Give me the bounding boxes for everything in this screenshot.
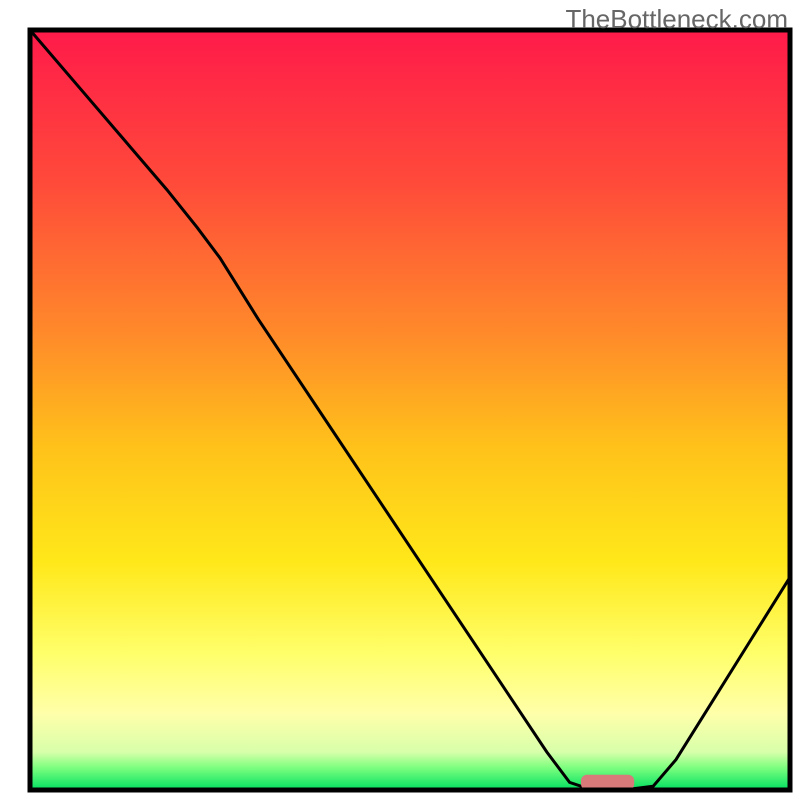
plot-background: [30, 30, 790, 790]
bottleneck-chart: [0, 0, 800, 800]
chart-container: TheBottleneck.com: [0, 0, 800, 800]
watermark-text: TheBottleneck.com: [565, 4, 788, 35]
